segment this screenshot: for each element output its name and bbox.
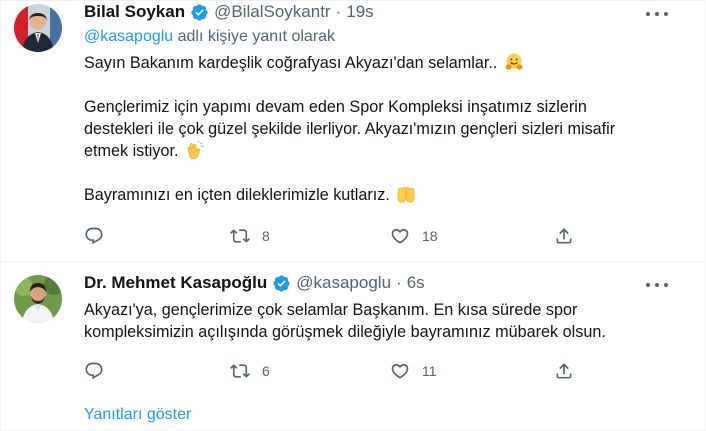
separator-dot: · (335, 2, 342, 21)
retweet-button[interactable]: 6 (230, 361, 270, 381)
share-button[interactable] (554, 226, 574, 246)
more-icon[interactable] (646, 4, 668, 24)
avatar[interactable] (14, 4, 62, 52)
reply-mention-link[interactable]: @kasapoglu (84, 28, 173, 45)
tweet-paragraph: Bayramınızı en içten dileklerimizle kutl… (84, 184, 644, 206)
share-icon (556, 363, 572, 379)
retweet-icon (230, 364, 250, 378)
more-icon[interactable] (646, 275, 668, 295)
open-hands-icon (398, 187, 415, 203)
avatar[interactable] (14, 275, 62, 323)
hugging-face-icon (505, 53, 523, 70)
like-count: 18 (422, 228, 438, 244)
tweet-header: Bilal Soykan @BilalSoykantr · 19s (84, 2, 374, 22)
tweet-actions: 6 11 (84, 361, 584, 385)
like-icon (391, 228, 409, 244)
tweet-bilal-soykan[interactable]: Bilal Soykan @BilalSoykantr · 19s @kasap… (0, 0, 706, 260)
separator-dot: · (396, 273, 402, 292)
reply-button[interactable] (84, 361, 116, 381)
handle[interactable]: @kasapoglu (296, 273, 391, 293)
reply-context-text: adlı kişiye yanıt olarak (173, 28, 336, 45)
timestamp[interactable]: 6s (407, 273, 425, 293)
retweet-count: 6 (262, 363, 270, 379)
like-icon (391, 363, 409, 379)
like-button[interactable]: 18 (390, 226, 438, 246)
tweet-mehmet-kasapoglu[interactable]: Dr. Mehmet Kasapoğlu @kasapoglu · 6s Aky… (0, 262, 706, 392)
tweet-actions: 8 18 (84, 226, 584, 250)
clapping-hands-icon (187, 140, 204, 160)
verified-badge-icon (273, 274, 290, 292)
share-icon (556, 228, 572, 244)
tweet-paragraph-text: Gençlerimiz için yapımı devam eden Spor … (84, 98, 616, 160)
reply-icon (85, 227, 103, 245)
handle[interactable]: @BilalSoykantr (214, 2, 330, 22)
tweet-text: Sayın Bakanım kardeşlik coğrafyası Akyaz… (84, 52, 644, 206)
retweet-count: 8 (262, 228, 270, 244)
like-count: 11 (422, 363, 437, 379)
timestamp[interactable]: 19s (346, 2, 373, 22)
tweet-paragraph-text: Sayın Bakanım kardeşlik coğrafyası Akyaz… (84, 54, 498, 72)
reply-context: @kasapoglu adlı kişiye yanıt olarak (84, 28, 335, 46)
display-name[interactable]: Bilal Soykan (84, 2, 185, 22)
tweet-paragraph-text: Bayramınızı en içten dileklerimizle kutl… (84, 186, 390, 204)
display-name[interactable]: Dr. Mehmet Kasapoğlu (84, 273, 267, 293)
tweet-paragraph: Akyazı'ya, gençlerimize çok selamlar Baş… (84, 301, 606, 341)
verified-badge-icon (191, 3, 208, 21)
show-replies-link[interactable]: Yanıtları göster (84, 406, 191, 424)
reply-button[interactable] (84, 226, 116, 246)
retweet-button[interactable]: 8 (230, 226, 270, 246)
reply-icon (85, 362, 103, 380)
like-button[interactable]: 11 (390, 361, 437, 381)
share-button[interactable] (554, 361, 574, 381)
tweet-header: Dr. Mehmet Kasapoğlu @kasapoglu · 6s (84, 273, 425, 293)
tweet-paragraph: Sayın Bakanım kardeşlik coğrafyası Akyaz… (84, 52, 644, 74)
tweet-text: Akyazı'ya, gençlerimize çok selamlar Baş… (84, 299, 674, 343)
retweet-icon (230, 229, 250, 243)
tweet-paragraph: Gençlerimiz için yapımı devam eden Spor … (84, 96, 644, 162)
